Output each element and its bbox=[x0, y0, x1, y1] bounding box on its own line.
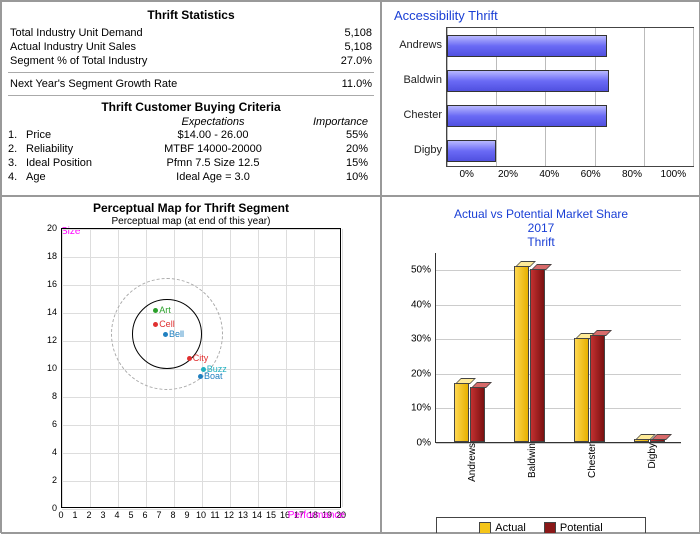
market-bar-actual bbox=[634, 439, 649, 442]
market-share-chart: Actual vs Potential Market Share 2017 Th… bbox=[381, 196, 700, 534]
stat-row: Segment % of Total Industry 27.0% bbox=[8, 54, 374, 68]
criteria-header: Expectations Importance bbox=[8, 116, 374, 128]
perceptual-map: Perceptual Map for Thrift Segment Percep… bbox=[1, 196, 381, 534]
market-bar-actual bbox=[514, 266, 529, 442]
accessibility-x-axis: 0%20%40%60%80%100% bbox=[446, 169, 694, 180]
stats-panel: Thrift Statistics Total Industry Unit De… bbox=[1, 1, 381, 196]
market-title: Actual vs Potential Market Share 2017 Th… bbox=[388, 201, 694, 253]
stat-value: 11.0% bbox=[342, 77, 372, 91]
pmap-y-ticks: 02468101214161820 bbox=[31, 228, 59, 508]
market-x-labels: AndrewsBaldwinChesterDigby bbox=[435, 443, 681, 463]
criteria-title: Thrift Customer Buying Criteria bbox=[8, 100, 374, 114]
stat-row: Total Industry Unit Demand 5,108 bbox=[8, 26, 374, 40]
accessibility-plot bbox=[446, 27, 694, 167]
pmap-title: Perceptual Map for Thrift Segment bbox=[8, 201, 374, 215]
criteria-col-importance: Importance bbox=[288, 116, 368, 128]
market-bar-potential bbox=[650, 439, 665, 442]
accessibility-bar bbox=[447, 140, 496, 162]
accessibility-title: Accessibility Thrift bbox=[388, 6, 694, 27]
criteria-row: 2. Reliability MTBF 14000-20000 20% bbox=[8, 142, 374, 156]
criteria-row: 1. Price $14.00 - 26.00 55% bbox=[8, 128, 374, 142]
market-bar-potential bbox=[590, 335, 605, 442]
stat-label: Total Industry Unit Demand bbox=[10, 26, 143, 40]
stat-row: Actual Industry Unit Sales 5,108 bbox=[8, 40, 374, 54]
criteria-col-expectations: Expectations bbox=[138, 116, 288, 128]
pmap-product-point: Art bbox=[153, 305, 171, 315]
market-bar-actual bbox=[454, 383, 469, 442]
pmap-product-point: City bbox=[187, 353, 209, 363]
accessibility-bar bbox=[447, 105, 607, 127]
accessibility-bar bbox=[447, 70, 609, 92]
market-bar-potential bbox=[530, 269, 545, 442]
stat-label: Segment % of Total Industry bbox=[10, 54, 147, 68]
stat-value: 5,108 bbox=[344, 40, 372, 54]
criteria-row: 4. Age Ideal Age = 3.0 10% bbox=[8, 170, 374, 184]
pmap-x-label: Performance bbox=[288, 510, 345, 521]
stat-label: Next Year's Segment Growth Rate bbox=[10, 77, 177, 91]
market-bar-actual bbox=[574, 338, 589, 442]
pmap-product-point: Boat bbox=[198, 371, 223, 381]
stat-value: 27.0% bbox=[341, 54, 372, 68]
criteria-row: 3. Ideal Position Pfmn 7.5 Size 12.5 15% bbox=[8, 156, 374, 170]
stat-label: Actual Industry Unit Sales bbox=[10, 40, 136, 54]
stat-row: Next Year's Segment Growth Rate 11.0% bbox=[8, 77, 374, 91]
market-legend: Actual Potential bbox=[436, 517, 646, 534]
stat-value: 5,108 bbox=[344, 26, 372, 40]
accessibility-y-labels: Andrews Baldwin Chester Digby bbox=[388, 27, 446, 167]
accessibility-bar bbox=[447, 35, 607, 57]
market-bar-potential bbox=[470, 387, 485, 442]
accessibility-chart: Accessibility Thrift Andrews Baldwin Che… bbox=[381, 1, 700, 196]
pmap-product-point: Cell bbox=[153, 319, 175, 329]
pmap-product-point: Bell bbox=[163, 329, 184, 339]
stats-title: Thrift Statistics bbox=[8, 8, 374, 22]
pmap-plot: ArtCellBellCityBuzzBoat bbox=[61, 228, 341, 508]
market-plot bbox=[435, 253, 681, 443]
